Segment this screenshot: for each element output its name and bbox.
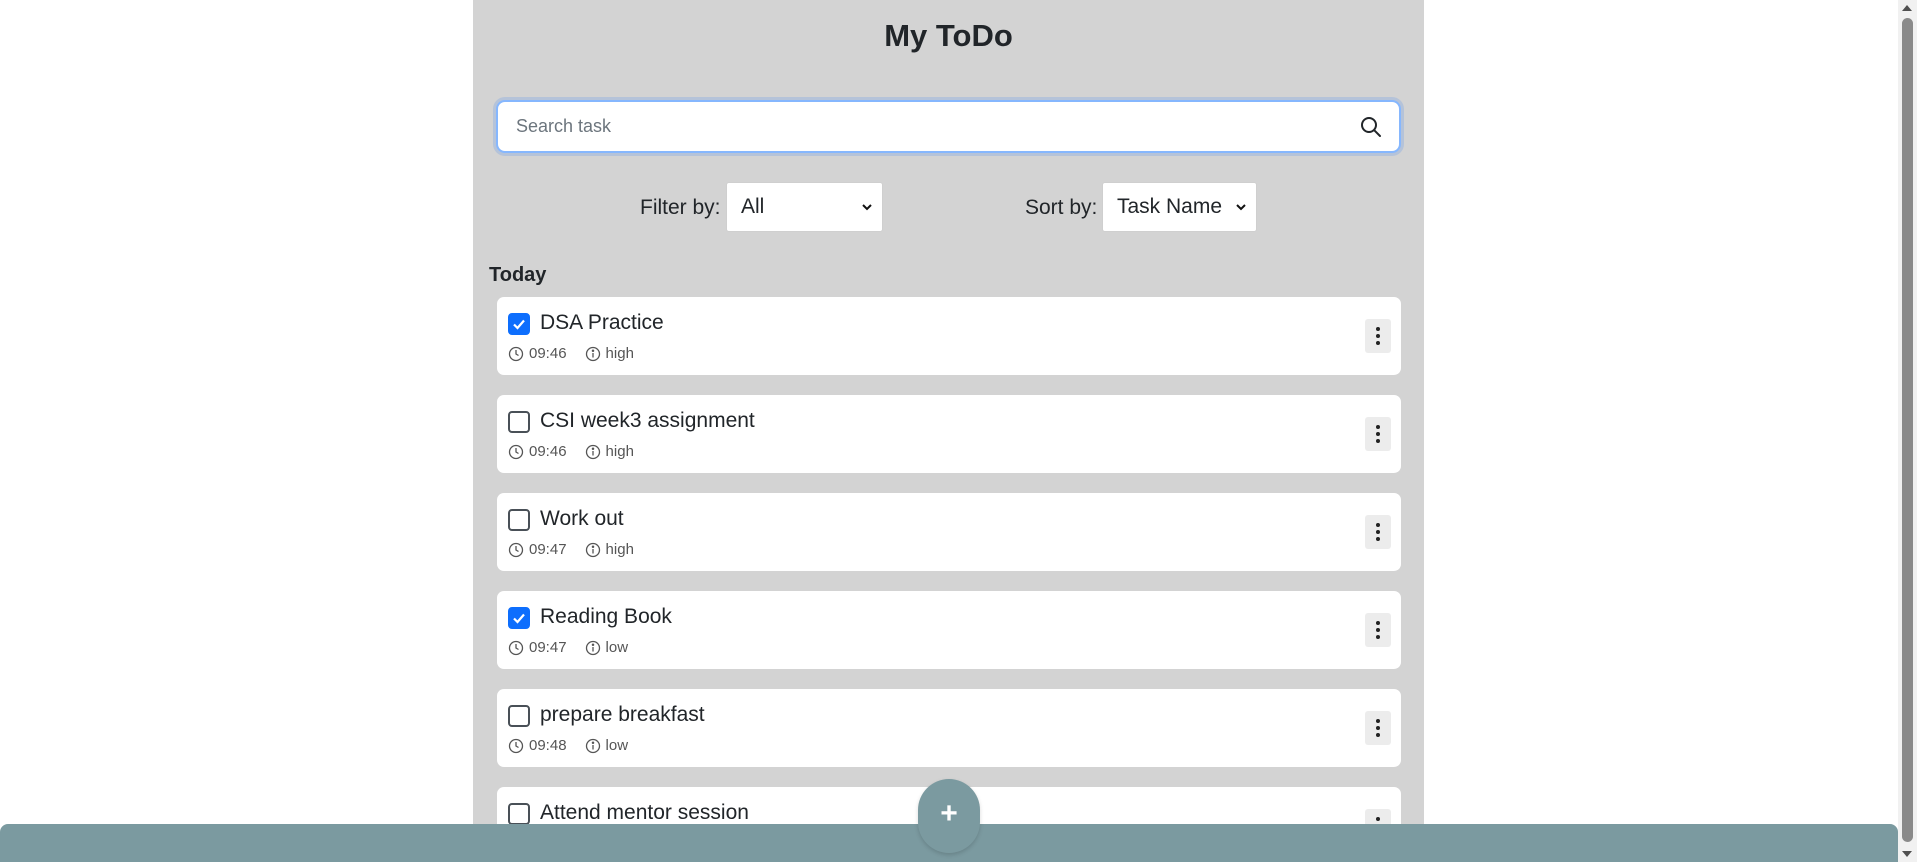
scrollbar[interactable]: [1898, 0, 1917, 862]
search-input[interactable]: [498, 102, 1338, 151]
sort-select[interactable]: Task Name: [1102, 182, 1257, 232]
task-priority: high: [605, 443, 634, 460]
task-options-icon[interactable]: [1365, 515, 1391, 549]
info-icon: [585, 640, 601, 656]
info-icon: [585, 346, 601, 362]
task-options-icon[interactable]: [1365, 417, 1391, 451]
task-name: CSI week3 assignment: [540, 409, 755, 432]
section-today-label: Today: [489, 264, 547, 286]
task-options-icon[interactable]: [1365, 319, 1391, 353]
filter-selected-value: All: [741, 195, 765, 218]
search-icon[interactable]: [1359, 115, 1383, 139]
scroll-up-arrow-icon[interactable]: [1902, 5, 1912, 11]
info-icon: [585, 738, 601, 754]
filter-label: Filter by:: [640, 196, 721, 219]
sort-label: Sort by:: [1025, 196, 1098, 219]
task-priority: low: [605, 737, 629, 754]
task-item[interactable]: Reading Book 09:47 low: [497, 591, 1401, 669]
info-icon: [585, 444, 601, 460]
task-time: 09:48: [529, 737, 567, 754]
chevron-down-icon: [862, 204, 872, 211]
task-meta: 09:47 high: [508, 541, 634, 558]
sort-selected-value: Task Name: [1117, 195, 1223, 218]
task-checkbox[interactable]: [508, 509, 530, 531]
scroll-down-arrow-icon[interactable]: [1902, 851, 1912, 857]
task-checkbox[interactable]: [508, 607, 530, 629]
clock-icon: [508, 346, 524, 362]
task-name: Attend mentor session: [540, 801, 749, 824]
search-box[interactable]: [496, 100, 1401, 153]
chevron-down-icon: [1236, 204, 1246, 211]
task-checkbox[interactable]: [508, 313, 530, 335]
task-name: Work out: [540, 507, 624, 530]
task-name: DSA Practice: [540, 311, 664, 334]
task-item[interactable]: Work out 09:47 high: [497, 493, 1401, 571]
task-time: 09:46: [529, 443, 567, 460]
task-options-icon[interactable]: [1365, 613, 1391, 647]
task-meta: 09:46 high: [508, 443, 634, 460]
task-meta: 09:47 low: [508, 639, 628, 656]
task-checkbox[interactable]: [508, 411, 530, 433]
task-time: 09:46: [529, 345, 567, 362]
page-title: My ToDo: [884, 18, 1013, 53]
add-task-button[interactable]: +: [918, 779, 980, 853]
clock-icon: [508, 542, 524, 558]
task-item[interactable]: CSI week3 assignment 09:46 high: [497, 395, 1401, 473]
task-meta: 09:48 low: [508, 737, 628, 754]
clock-icon: [508, 444, 524, 460]
task-checkbox[interactable]: [508, 803, 530, 825]
task-meta: 09:46 high: [508, 345, 634, 362]
filter-select[interactable]: All: [726, 182, 883, 232]
task-priority: low: [605, 639, 629, 656]
task-priority: high: [605, 541, 634, 558]
task-checkbox[interactable]: [508, 705, 530, 727]
clock-icon: [508, 738, 524, 754]
task-item[interactable]: DSA Practice 09:46 high: [497, 297, 1401, 375]
task-options-icon[interactable]: [1365, 711, 1391, 745]
task-name: Reading Book: [540, 605, 672, 628]
task-time: 09:47: [529, 639, 567, 656]
task-priority: high: [605, 345, 634, 362]
filter-sort-row: Filter by: All Sort by: Task Name: [473, 182, 1424, 232]
task-item[interactable]: prepare breakfast 09:48 low: [497, 689, 1401, 767]
clock-icon: [508, 640, 524, 656]
task-time: 09:47: [529, 541, 567, 558]
scrollbar-thumb[interactable]: [1902, 18, 1913, 842]
task-name: prepare breakfast: [540, 703, 705, 726]
info-icon: [585, 542, 601, 558]
todo-app-panel: My ToDo Filter by: All Sort by: Task Nam…: [473, 0, 1424, 865]
